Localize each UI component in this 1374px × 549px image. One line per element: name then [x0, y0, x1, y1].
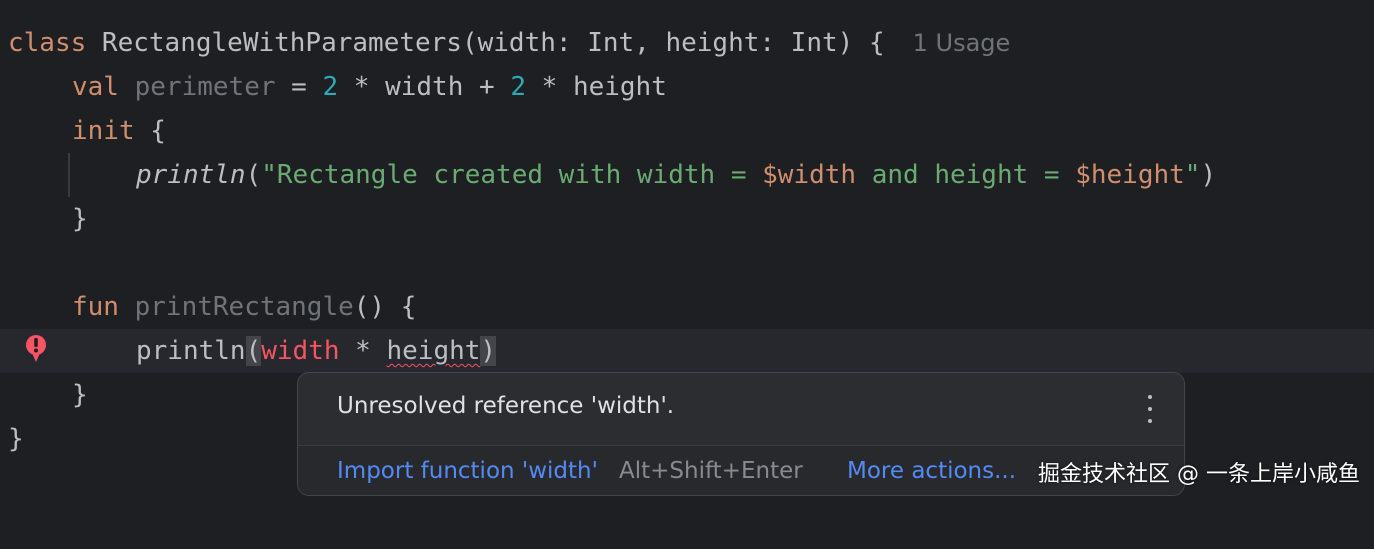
property-perimeter: perimeter [134, 72, 276, 102]
template-height: $height [1075, 160, 1185, 190]
close-brace: } [8, 424, 24, 454]
code-line-4[interactable]: println("Rectangle created with width = … [0, 153, 1374, 197]
unresolved-reference-width[interactable]: width [261, 336, 339, 366]
string-literal: " [1184, 160, 1201, 190]
code-line-5[interactable]: } [0, 197, 1374, 241]
code-line-2[interactable]: val perimeter = 2 * width + 2 * height [0, 65, 1374, 109]
keyword-fun: fun [72, 292, 119, 322]
template-width: $width [762, 160, 857, 190]
function-name: printRectangle [134, 292, 354, 322]
usage-hint[interactable]: 1 Usage [913, 29, 1011, 57]
paren-close: ) [1200, 160, 1217, 190]
number-literal: 2 [322, 72, 339, 102]
error-exclamation-icon[interactable] [24, 334, 48, 364]
keyword-val: val [72, 72, 119, 102]
code-line-6[interactable] [0, 241, 1374, 285]
println-call: println [136, 336, 246, 366]
class-signature: RectangleWithParameters(width: Int, heig… [86, 28, 885, 58]
string-literal: and height = [856, 160, 1076, 190]
expression-text: * height [525, 72, 667, 102]
close-brace: } [72, 204, 88, 234]
println-call: println [136, 160, 246, 190]
vertical-ellipsis-icon[interactable] [1140, 391, 1160, 427]
reference-height[interactable]: height [386, 336, 480, 366]
watermark: 掘金技术社区 @ 一条上岸小咸鱼 [1038, 462, 1360, 487]
code-line-7[interactable]: fun printRectangle() { [0, 285, 1374, 329]
open-brace: { [134, 116, 166, 146]
close-brace: } [72, 380, 88, 410]
string-literal: "Rectangle created with width = [261, 160, 763, 190]
code-line-1[interactable]: class RectangleWithParameters(width: Int… [0, 21, 1374, 65]
import-function-link[interactable]: Import function 'width' [337, 458, 598, 484]
paren-open: ( [245, 160, 262, 190]
shortcut-hint: Alt+Shift+Enter [619, 458, 803, 484]
more-actions-link[interactable]: More actions... [847, 458, 1016, 484]
function-params: () { [353, 292, 417, 322]
error-message: Unresolved reference 'width'. [337, 393, 675, 419]
paren-close: ) [480, 336, 497, 366]
popup-header: Unresolved reference 'width'. [298, 373, 1184, 445]
paren-open: ( [245, 336, 262, 366]
keyword-init: init [72, 116, 135, 146]
operator-assign: = [275, 72, 323, 102]
operator-multiply: * [339, 336, 387, 366]
expression-text: * width + [338, 72, 511, 102]
code-line-3[interactable]: init { [0, 109, 1374, 153]
keyword-class: class [8, 28, 87, 58]
number-literal: 2 [510, 72, 526, 102]
code-line-8[interactable]: println(width * height) [0, 329, 1374, 373]
